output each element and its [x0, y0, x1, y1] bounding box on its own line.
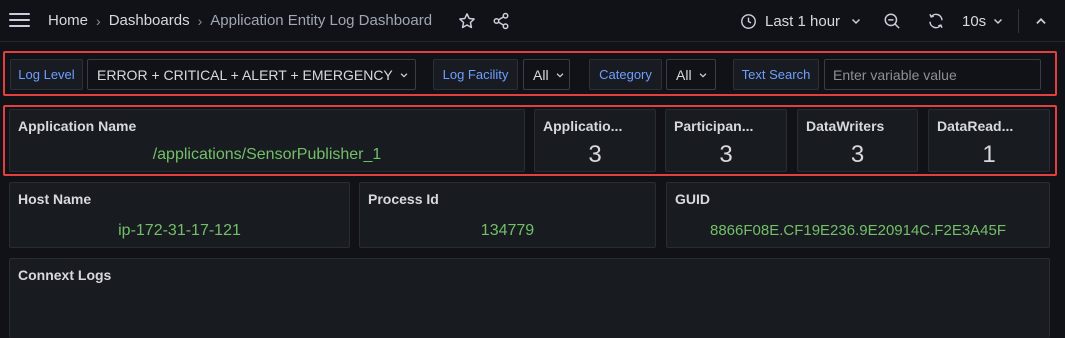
panel-title: Connext Logs	[18, 267, 112, 283]
log-level-label: Log Level	[10, 59, 83, 90]
host-name-value: ip-172-31-17-121	[118, 222, 241, 239]
template-variables-bar: Log Level ERROR + CRITICAL + ALERT + EME…	[3, 51, 1057, 96]
applications-count: 3	[588, 141, 602, 168]
log-level-select[interactable]: ERROR + CRITICAL + ALERT + EMERGENCY	[87, 59, 416, 90]
chevron-down-icon	[556, 72, 563, 78]
text-search-input[interactable]	[824, 59, 1041, 90]
refresh-interval-picker[interactable]: 10s	[962, 10, 1004, 32]
panel-title: DataRead...	[937, 118, 1014, 134]
guid-panel: GUID 8866F08E.CF19E236.9E20914C.F2E3A45F	[666, 182, 1050, 248]
datareaders-panel: DataRead... 1	[928, 109, 1050, 172]
panel-title: Host Name	[18, 191, 92, 207]
datareaders-count: 1	[982, 141, 996, 168]
share-icon[interactable]	[491, 11, 511, 31]
page-title: Application Entity Log Dashboard	[210, 12, 433, 29]
participants-count: 3	[719, 141, 733, 168]
chevron-down-icon	[699, 72, 706, 78]
text-search-label: Text Search	[733, 59, 819, 90]
chevron-down-icon	[400, 72, 408, 78]
process-id-value: 134779	[480, 222, 535, 239]
panel-title: Application Name	[18, 118, 137, 134]
chevron-right-icon: ›	[96, 12, 101, 29]
toolbar-divider	[1018, 9, 1019, 33]
panel-title: Participan...	[674, 118, 754, 134]
breadcrumb-home[interactable]: Home	[48, 12, 88, 29]
refresh-interval-label: 10s	[962, 12, 987, 30]
connext-logs-panel: Connext Logs	[9, 258, 1050, 338]
applications-panel: Applicatio... 3	[534, 109, 656, 172]
log-facility-select[interactable]: All	[523, 59, 570, 90]
panel-title: Applicatio...	[543, 118, 623, 134]
chevron-down-icon	[994, 18, 1003, 25]
application-name-value: /applications/SensorPublisher_1	[152, 146, 382, 163]
clock-icon	[741, 13, 756, 29]
panel-title: Process Id	[368, 191, 439, 207]
panel-title: DataWriters	[806, 118, 885, 134]
menu-icon[interactable]	[9, 13, 30, 29]
chevron-right-icon: ›	[197, 12, 203, 29]
category-value: All	[676, 66, 692, 83]
guid-value: 8866F08E.CF19E236.9E20914C.F2E3A45F	[709, 222, 1007, 239]
log-facility-label: Log Facility	[433, 59, 518, 90]
application-name-panel: Application Name /applications/SensorPub…	[9, 109, 525, 172]
participants-panel: Participan... 3	[665, 109, 787, 172]
breadcrumb-dashboards[interactable]: Dashboards	[109, 12, 190, 29]
refresh-icon[interactable]	[926, 11, 946, 31]
category-select[interactable]: All	[666, 59, 716, 90]
top-navbar: Home › Dashboards › Application Entity L…	[0, 0, 1065, 42]
datawriters-panel: DataWriters 3	[797, 109, 918, 172]
panel-title: GUID	[675, 191, 710, 207]
star-icon[interactable]	[457, 11, 477, 31]
breadcrumb: Home › Dashboards › Application Entity L…	[48, 12, 432, 29]
chevron-down-icon	[852, 18, 861, 25]
datawriters-count: 3	[850, 141, 865, 168]
time-range-label: Last 1 hour	[765, 12, 841, 30]
log-facility-value: All	[533, 66, 549, 83]
category-label: Category	[589, 59, 662, 90]
process-id-panel: Process Id 134779	[359, 182, 656, 248]
log-level-value: ERROR + CRITICAL + ALERT + EMERGENCY	[97, 66, 393, 83]
host-name-panel: Host Name ip-172-31-17-121	[9, 182, 350, 248]
time-range-picker[interactable]: Last 1 hour	[740, 10, 862, 32]
chevron-up-icon[interactable]	[1031, 11, 1051, 31]
zoom-out-icon[interactable]	[882, 11, 902, 31]
